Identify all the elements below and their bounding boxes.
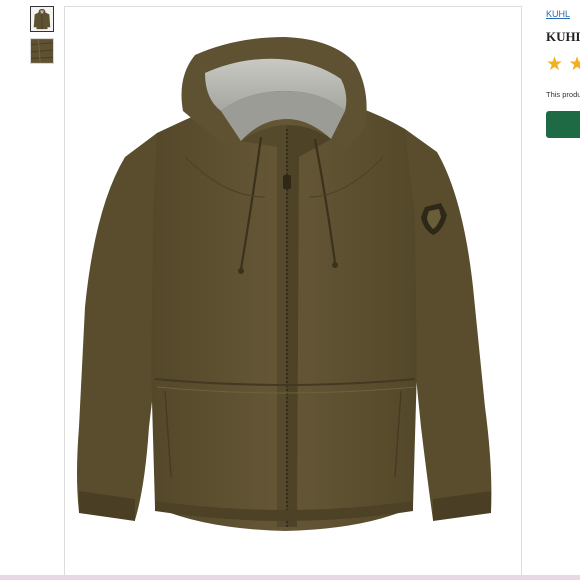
add-to-cart-button[interactable] [546, 111, 580, 138]
star-icon: ★ [568, 54, 580, 75]
olive-hooded-jacket-icon [77, 37, 492, 531]
jacket-thumbnail-icon [31, 7, 53, 31]
product-page: KUHL KUHL ★ ★ This produ [0, 0, 580, 580]
star-icon: ★ [546, 54, 564, 75]
product-rating[interactable]: ★ ★ [546, 55, 580, 75]
thumbnail-jacket-detail[interactable] [30, 38, 54, 64]
fabric-detail-thumbnail-icon [31, 39, 53, 63]
product-title: KUHL [546, 29, 580, 44]
brand-link[interactable]: KUHL [546, 9, 570, 19]
product-description-snippet: This produ [546, 90, 580, 99]
thumbnail-jacket-front[interactable] [30, 6, 54, 32]
main-product-image[interactable] [64, 6, 522, 580]
bottom-edge-strip [0, 575, 580, 580]
